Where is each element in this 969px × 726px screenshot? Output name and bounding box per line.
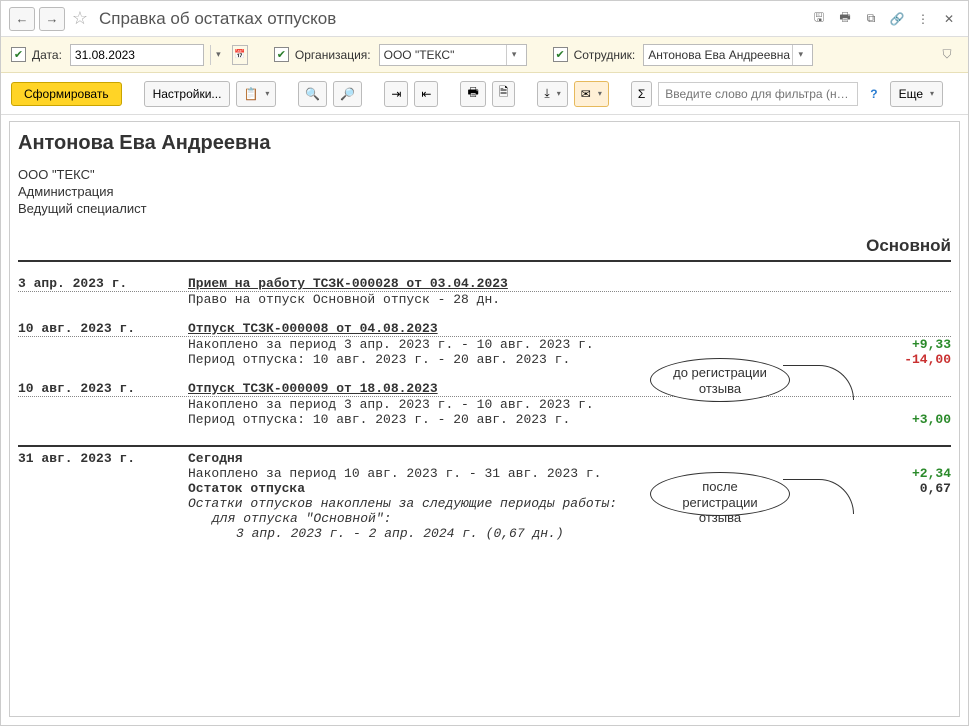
chevron-down-icon: ▾ [506, 45, 522, 65]
nav-back-button[interactable]: ← [9, 7, 35, 31]
today-date: 31 авг. 2023 г. [18, 451, 188, 466]
event-link[interactable]: Отпуск ТСЗК-000008 от 04.08.2023 [188, 321, 438, 336]
event-value: +9,33 [861, 337, 951, 352]
date-checkbox[interactable]: ✔ [11, 47, 26, 62]
remainder-note: для отпуска "Основной": [188, 511, 861, 526]
date-label: Дата: [32, 48, 62, 62]
date-calendar-icon[interactable]: 📅 [232, 45, 248, 65]
print-preview-button[interactable]: 🗎 [492, 81, 516, 107]
preview-icon[interactable]: ⧉ [860, 8, 882, 30]
chevron-down-icon: ▾ [792, 45, 808, 65]
remainder-label: Остаток отпуска [188, 481, 305, 496]
org-label: Организация: [295, 48, 371, 62]
event-detail: Право на отпуск Основной отпуск - 28 дн. [188, 292, 861, 307]
today-accum-value: +2,34 [861, 466, 951, 481]
find-button[interactable]: 🔍 [298, 81, 327, 107]
save-report-button[interactable]: ⤓▾ [537, 81, 567, 107]
date-input[interactable] [70, 44, 204, 66]
event-detail: Накоплено за период 3 апр. 2023 г. - 10 … [188, 397, 861, 412]
employee-name: Антонова Ева Андреевна [18, 132, 951, 155]
copy-settings-button[interactable]: 📋▾ [236, 81, 276, 107]
today-label: Сегодня [188, 451, 243, 466]
event-value: +3,00 [861, 412, 951, 427]
window-header: ← → ☆ Справка об остатках отпусков 🖫 🖶 ⧉… [1, 1, 968, 37]
collapse-groups-button[interactable]: ⇤ [414, 81, 438, 107]
org-text: ООО "ТЕКС" [18, 167, 951, 182]
dept-text: Администрация [18, 184, 951, 199]
org-select[interactable]: ООО "ТЕКС" ▾ [379, 44, 527, 66]
kebab-menu-icon[interactable]: ⋮ [912, 8, 934, 30]
emp-label: Сотрудник: [574, 48, 636, 62]
vacation-type-header: Основной [18, 236, 951, 262]
toolbar: Сформировать Настройки... 📋▾ 🔍 🔎 ⇥ ⇤ 🖶 🗎… [1, 73, 968, 115]
favorite-star-icon[interactable]: ☆ [69, 8, 91, 30]
settings-button[interactable]: Настройки... [144, 81, 231, 107]
annotation-callout: до регистрации отзыва [650, 358, 790, 402]
remainder-value: 0,67 [861, 481, 951, 496]
emp-select[interactable]: Антонова Ева Андреевна ▾ [643, 44, 813, 66]
position-text: Ведущий специалист [18, 201, 951, 216]
emp-checkbox[interactable]: ✔ [553, 47, 568, 62]
event-date: 10 авг. 2023 г. [18, 381, 188, 396]
filter-input[interactable] [658, 82, 858, 106]
help-icon[interactable]: ? [870, 87, 877, 101]
form-button[interactable]: Сформировать [11, 82, 122, 106]
event-date: 10 авг. 2023 г. [18, 321, 188, 336]
event-value: -14,00 [861, 352, 951, 367]
sum-button[interactable]: Σ [631, 81, 652, 107]
event-detail: Накоплено за период 3 апр. 2023 г. - 10 … [188, 337, 861, 352]
expand-groups-button[interactable]: ⇥ [384, 81, 408, 107]
annotation-callout: после регистрации отзыва [650, 472, 790, 516]
event-link[interactable]: Прием на работу ТСЗК-000028 от 03.04.202… [188, 276, 508, 291]
find-next-button[interactable]: 🔎 [333, 81, 362, 107]
more-button[interactable]: Еще▾ [890, 81, 943, 107]
event-detail: Период отпуска: 10 авг. 2023 г. - 20 авг… [188, 412, 861, 427]
save-icon[interactable]: 🖫 [808, 8, 830, 30]
link-icon[interactable]: 🔗 [886, 8, 908, 30]
report-area: Антонова Ева Андреевна ООО "ТЕКС" Админи… [9, 121, 960, 717]
print-button[interactable]: 🖶 [460, 81, 485, 107]
send-mail-button[interactable]: ✉▾ [574, 81, 609, 107]
remainder-note: 3 апр. 2023 г. - 2 апр. 2024 г. (0,67 дн… [188, 526, 861, 541]
filter-bar: ✔ Дата: ▾ 📅 ✔ Организация: ООО "ТЕКС" ▾ … [1, 37, 968, 73]
date-dropdown-icon[interactable]: ▾ [210, 45, 226, 65]
print-icon[interactable]: 🖶 [834, 8, 856, 30]
org-checkbox[interactable]: ✔ [274, 47, 289, 62]
close-icon[interactable]: ✕ [938, 8, 960, 30]
window-title: Справка об остатках отпусков [99, 9, 804, 29]
funnel-icon[interactable]: ⛉ [936, 44, 958, 66]
nav-forward-button[interactable]: → [39, 7, 65, 31]
event-link[interactable]: Отпуск ТСЗК-000009 от 18.08.2023 [188, 381, 438, 396]
event-date: 3 апр. 2023 г. [18, 276, 188, 291]
